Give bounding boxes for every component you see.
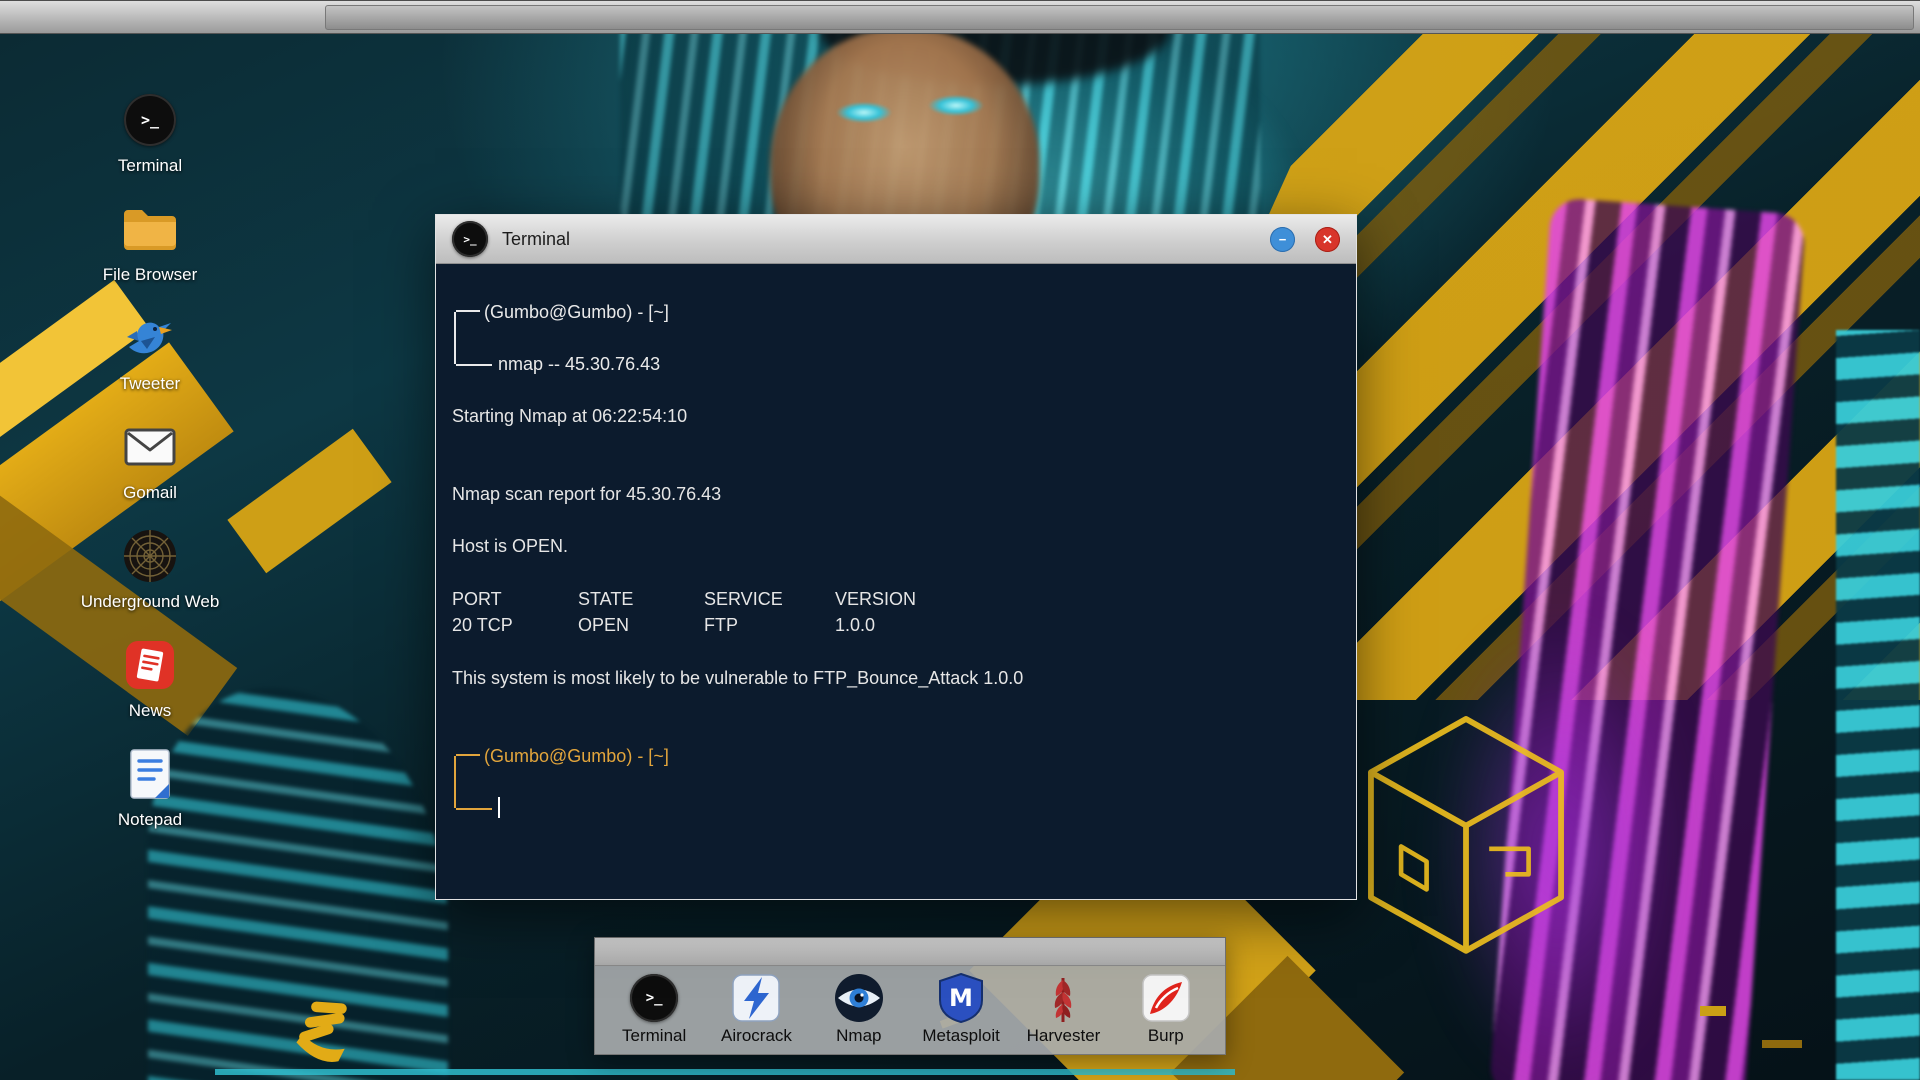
dock-item-label: Metasploit bbox=[922, 1026, 1000, 1045]
desktop-icon-gomail[interactable]: Gomail bbox=[75, 419, 225, 503]
prompt-command bbox=[452, 796, 1340, 820]
dock-item-label: Airocrack bbox=[721, 1026, 792, 1045]
nmap-report-line: Nmap scan report for 45.30.76.43 bbox=[452, 484, 722, 504]
terminal-icon: >_ bbox=[452, 221, 488, 257]
wallpaper-cyan-braid bbox=[1836, 330, 1920, 1080]
terminal-icon: >_ bbox=[630, 974, 679, 1022]
dock-item-airocrack[interactable]: Airocrack bbox=[706, 974, 806, 1046]
desktop-icon-news[interactable]: News bbox=[75, 637, 225, 721]
desktop-icon-label: Tweeter bbox=[119, 374, 181, 393]
web-icon bbox=[124, 530, 176, 582]
wallpaper-eye-right bbox=[928, 95, 984, 116]
dock-item-label: Nmap bbox=[836, 1026, 882, 1045]
desktop-icon-label: Gomail bbox=[123, 483, 177, 502]
news-icon bbox=[126, 641, 174, 689]
dock-item-nmap[interactable]: Nmap bbox=[809, 974, 909, 1046]
bird-icon bbox=[127, 322, 172, 354]
prompt-command: nmap -- 45.30.76.43 bbox=[498, 354, 661, 374]
scan-col-header: VERSION bbox=[835, 589, 917, 609]
top-system-bar bbox=[0, 0, 1920, 34]
scan-cell: 20 TCP bbox=[452, 615, 513, 635]
window-title: Terminal bbox=[502, 228, 571, 249]
prompt-bracket-icon bbox=[454, 754, 494, 810]
dock-item-harvester[interactable]: Harvester bbox=[1013, 974, 1113, 1046]
scan-cell: 1.0.0 bbox=[835, 615, 876, 635]
wallpaper-gold-shape bbox=[227, 428, 392, 574]
terminal-title-bar[interactable]: >_ Terminal − ✕ bbox=[436, 215, 1356, 264]
terminal-icon: >_ bbox=[124, 94, 176, 146]
scan-table-header-row: PORT STATE SERVICE VERSION bbox=[452, 586, 1340, 612]
dock-item-metasploit[interactable]: M Metasploit bbox=[911, 973, 1011, 1046]
dock-body: >_ Terminal Airocrack Nmap M Metasploit … bbox=[595, 966, 1225, 1054]
wallpaper-cube-outline bbox=[1368, 716, 1564, 954]
terminal-body[interactable]: (Gumbo@Gumbo) - [~] nmap -- 45.30.76.43 … bbox=[436, 264, 1356, 899]
desktop-icon-tweeter[interactable]: Tweeter bbox=[75, 310, 225, 394]
terminal-window: >_ Terminal − ✕ (Gumbo@Gumbo) - [~] nmap… bbox=[435, 214, 1357, 900]
close-button[interactable]: ✕ bbox=[1315, 226, 1340, 252]
envelope-icon bbox=[124, 428, 176, 466]
desktop-icon-label: File Browser bbox=[102, 265, 198, 284]
dock-item-label: Burp bbox=[1147, 1026, 1184, 1045]
metasploit-shield-icon: M bbox=[939, 973, 984, 1023]
dock-item-label: Harvester bbox=[1026, 1026, 1101, 1045]
wallpaper-gold-dash bbox=[1700, 1006, 1726, 1016]
text-cursor bbox=[498, 797, 500, 818]
prompt-context: (Gumbo@Gumbo) - [~] bbox=[484, 302, 669, 322]
nmap-eye-icon bbox=[834, 974, 883, 1022]
dock: >_ Terminal Airocrack Nmap M Metasploit … bbox=[594, 937, 1226, 1055]
prompt-context: (Gumbo@Gumbo) - [~] bbox=[484, 746, 669, 766]
desktop-icon-label: Underground Web bbox=[80, 592, 220, 611]
dock-handle[interactable] bbox=[595, 938, 1225, 966]
desktop-icon-file-browser[interactable]: File Browser bbox=[75, 201, 225, 285]
notepad-icon bbox=[130, 749, 170, 799]
host-state-line: Host is OPEN. bbox=[452, 536, 569, 556]
harvester-icon bbox=[1055, 978, 1072, 1022]
dock-item-terminal[interactable]: >_ Terminal bbox=[604, 974, 704, 1046]
desktop-screen: >_ Terminal File Browser Tweeter Gomail … bbox=[0, 0, 1920, 1080]
folder-icon bbox=[124, 210, 176, 250]
wallpaper-eye-left bbox=[836, 102, 892, 123]
wallpaper-cyan-line bbox=[215, 1069, 1235, 1075]
desktop-icon-label: Notepad bbox=[117, 810, 183, 829]
scan-table: PORT STATE SERVICE VERSION 20 TCP OPEN F… bbox=[452, 586, 1340, 638]
scan-col-header: PORT bbox=[452, 589, 502, 609]
minimize-button[interactable]: − bbox=[1270, 226, 1295, 252]
scan-cell: OPEN bbox=[578, 615, 630, 635]
scan-col-header: STATE bbox=[578, 589, 634, 609]
vulnerability-line: This system is most likely to be vulnera… bbox=[452, 668, 1024, 688]
dock-item-label: Terminal bbox=[622, 1026, 687, 1045]
terminal-prompt-2: (Gumbo@Gumbo) - [~] bbox=[452, 744, 1340, 820]
scan-cell: FTP bbox=[704, 615, 738, 635]
scan-col-header: SERVICE bbox=[704, 589, 783, 609]
nmap-start-line: Starting Nmap at 06:22:54:10 bbox=[452, 406, 688, 426]
desktop-icon-underground-web[interactable]: Underground Web bbox=[75, 528, 225, 612]
prompt-bracket-icon bbox=[454, 310, 494, 366]
airocrack-icon bbox=[732, 974, 781, 1022]
burp-icon bbox=[1142, 974, 1190, 1022]
desktop-icon-column: >_ Terminal File Browser Tweeter Gomail … bbox=[81, 92, 219, 830]
top-system-bar-inset bbox=[325, 5, 1914, 30]
desktop-icon-terminal[interactable]: >_ Terminal bbox=[75, 92, 225, 176]
svg-text:M: M bbox=[949, 984, 973, 1012]
wallpaper-hand-shape bbox=[296, 1001, 347, 1062]
terminal-prompt-1: (Gumbo@Gumbo) - [~] nmap -- 45.30.76.43 bbox=[452, 300, 1340, 376]
scan-table-row: 20 TCP OPEN FTP 1.0.0 bbox=[452, 612, 1340, 638]
desktop-icon-label: Terminal bbox=[117, 156, 183, 175]
dock-item-burp[interactable]: Burp bbox=[1116, 974, 1216, 1046]
desktop-icon-notepad[interactable]: Notepad bbox=[75, 746, 225, 830]
desktop-icon-label: News bbox=[128, 701, 172, 720]
wallpaper-gold-dash bbox=[1762, 1040, 1802, 1048]
